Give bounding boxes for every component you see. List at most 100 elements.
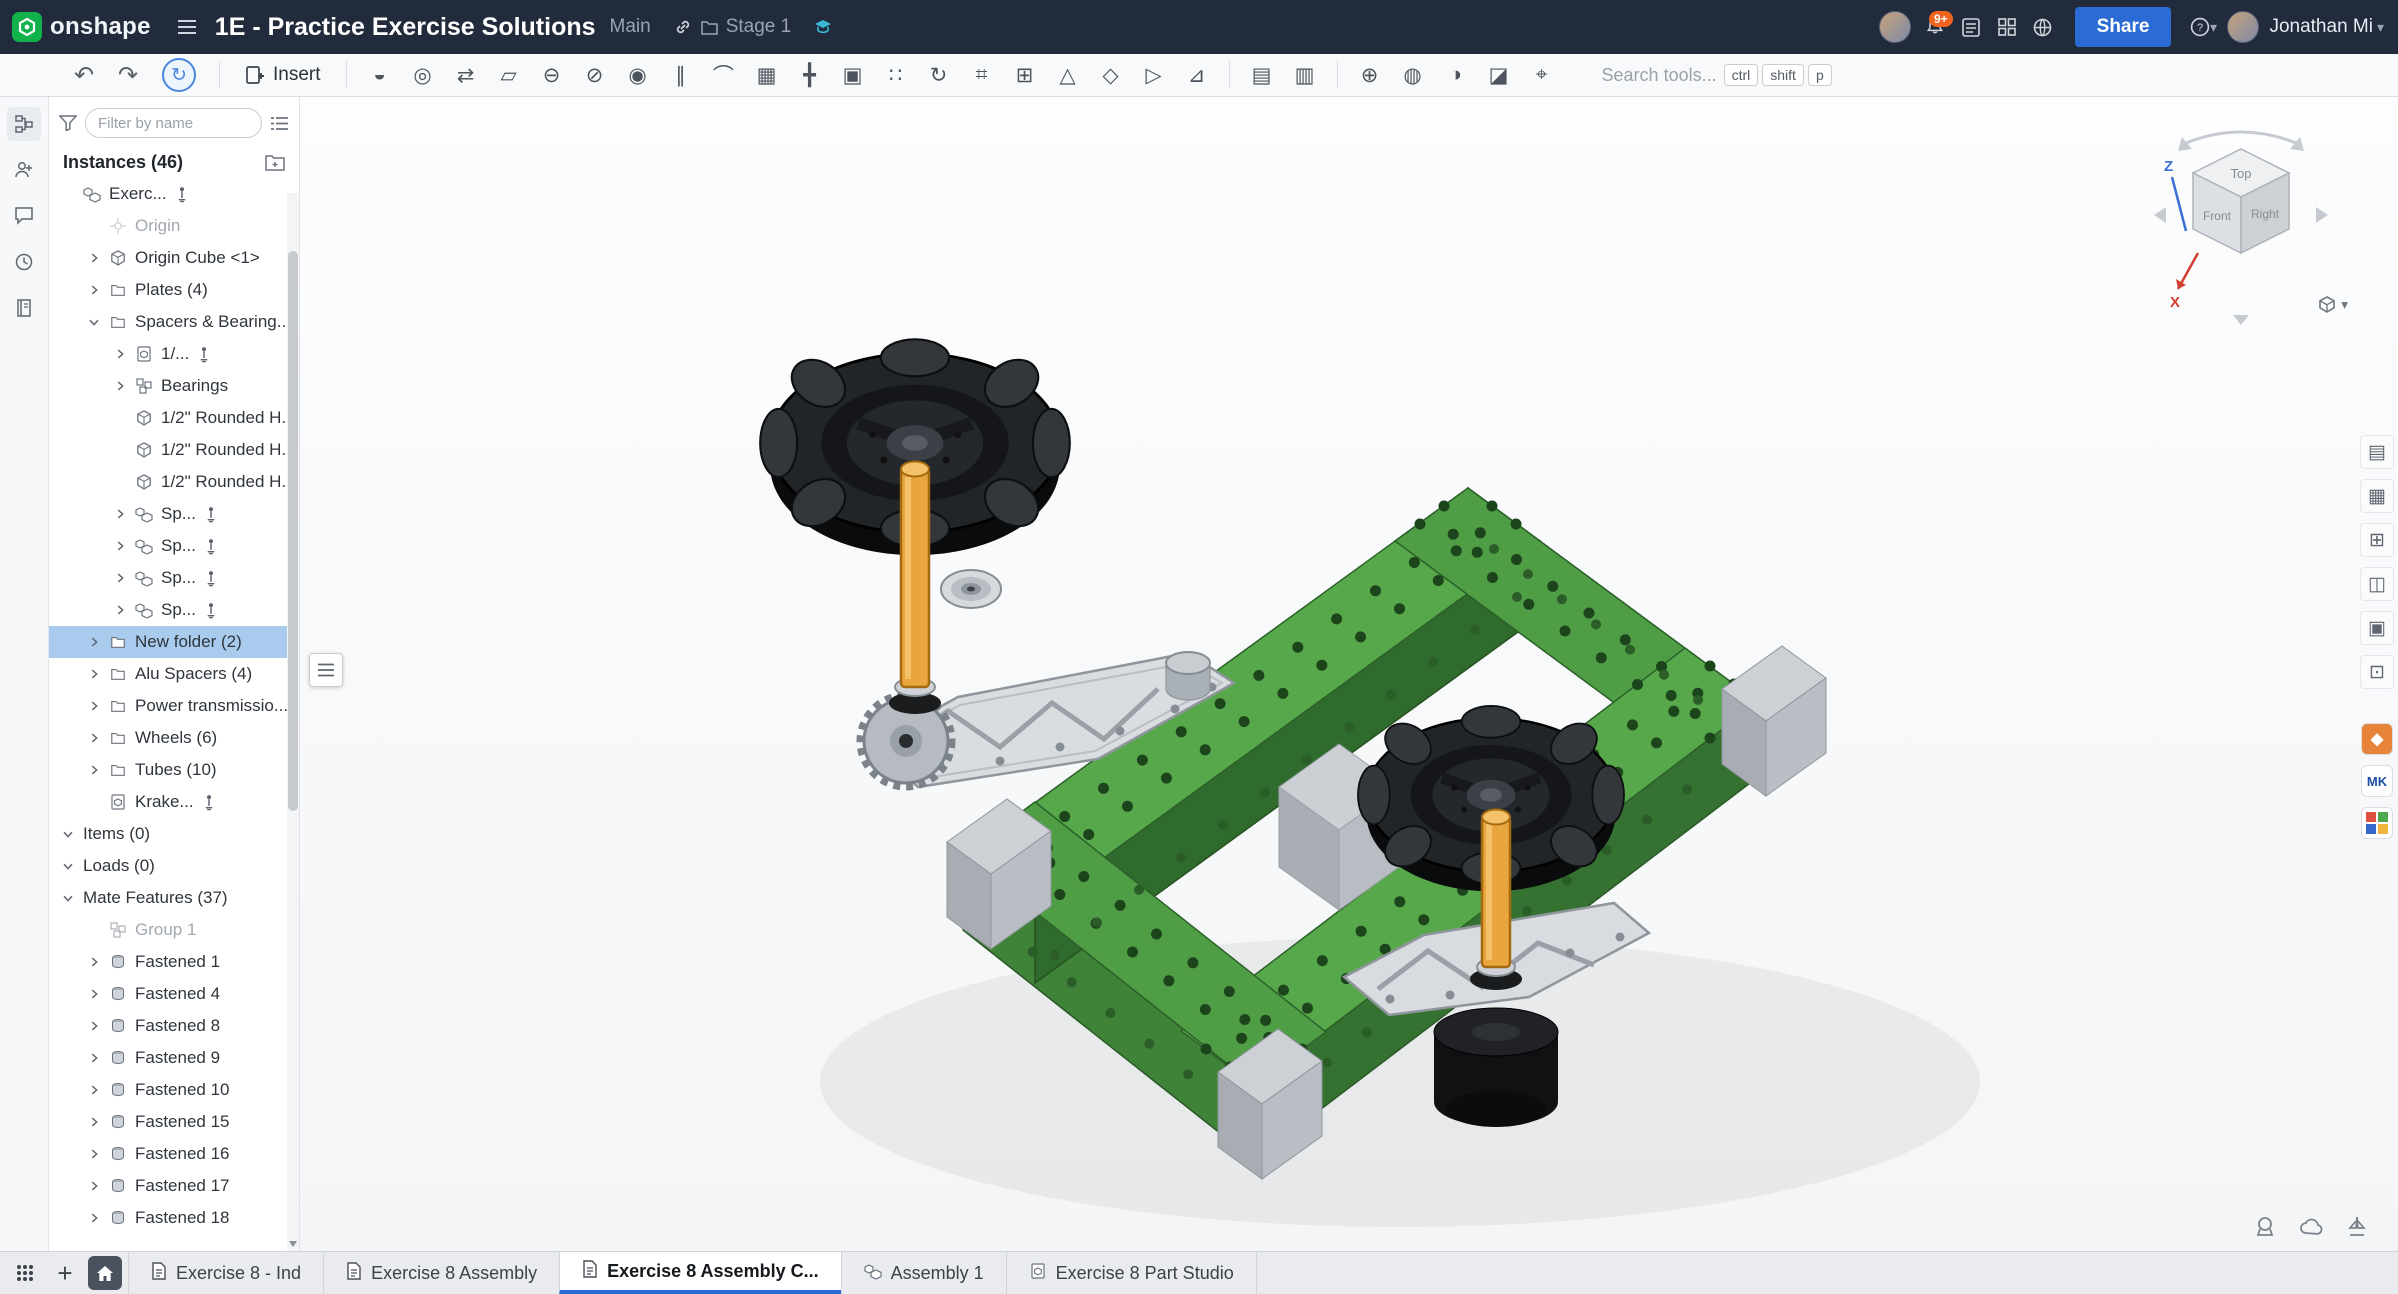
chevron-down-icon[interactable] [59, 890, 77, 906]
wheel-assembly-1[interactable] [760, 339, 1234, 787]
chevron-right-icon[interactable] [85, 1178, 103, 1194]
standard-content-icon[interactable]: ⌗ [962, 58, 1002, 92]
mate-connector-icon[interactable]: ╋ [790, 58, 830, 92]
revolute-mate-icon[interactable]: ◎ [403, 58, 443, 92]
linear-pattern-icon[interactable]: ∷ [876, 58, 916, 92]
filter-input[interactable] [85, 108, 262, 138]
chevron-right-icon[interactable] [85, 986, 103, 1002]
tree-item-1[interactable]: 1/... [49, 338, 299, 370]
selected-shaft-2[interactable] [1482, 810, 1510, 968]
tab-exercise-8-assembly[interactable]: Exercise 8 Assembly [323, 1252, 559, 1294]
release-tasks-icon[interactable] [1953, 9, 1989, 45]
selected-shaft-1[interactable] [901, 462, 929, 688]
tree-item-origin-cube-1[interactable]: Origin Cube <1> [49, 242, 299, 274]
tree-item-fastened-15[interactable]: Fastened 15 [49, 1106, 299, 1138]
tree-item-1-2-rounded-h[interactable]: 1/2" Rounded H... [49, 466, 299, 498]
tree-item-sp[interactable]: Sp... [49, 498, 299, 530]
tree-item-power-transmissio[interactable]: Power transmissio... [49, 690, 299, 722]
assembly-3d-view[interactable] [300, 97, 2398, 1251]
create-folder-icon[interactable] [265, 154, 285, 171]
chevron-right-icon[interactable] [85, 730, 103, 746]
scrollbar-thumb[interactable] [288, 251, 298, 811]
parallel-mate-icon[interactable]: ∥ [661, 58, 701, 92]
tree-item-group-1[interactable]: Group 1 [49, 914, 299, 946]
group-icon[interactable]: ▦ [747, 58, 787, 92]
chevron-right-icon[interactable] [85, 1114, 103, 1130]
learning-center-icon[interactable] [805, 9, 841, 45]
fastened-mate-icon[interactable]: ◒ [360, 58, 400, 92]
tree-item-krake[interactable]: Krake... [49, 786, 299, 818]
tree-item-fastened-4[interactable]: Fastened 4 [49, 978, 299, 1010]
chevron-right-icon[interactable] [85, 1082, 103, 1098]
tree-item-exerc[interactable]: Exerc... [49, 178, 299, 210]
tree-item-fastened-1[interactable]: Fastened 1 [49, 946, 299, 978]
planar-mate-icon[interactable]: ▱ [489, 58, 529, 92]
tree-item-fastened-17[interactable]: Fastened 17 [49, 1170, 299, 1202]
chevron-right-icon[interactable] [85, 282, 103, 298]
tangent-mate-icon[interactable]: ⌒ [704, 58, 744, 92]
app-icon-orange[interactable]: ◆ [2361, 723, 2393, 755]
tree-item-loads-0[interactable]: Loads (0) [49, 850, 299, 882]
tree-item-alu-spacers-4[interactable]: Alu Spacers (4) [49, 658, 299, 690]
chevron-right-icon[interactable] [85, 1050, 103, 1066]
main-menu-icon[interactable] [169, 9, 205, 45]
search-tools[interactable]: Search tools... ctrlshiftp [1592, 59, 1842, 91]
tree-item-tubes-10[interactable]: Tubes (10) [49, 754, 299, 786]
chevron-right-icon[interactable] [85, 954, 103, 970]
chevron-right-icon[interactable] [111, 538, 129, 554]
chevron-right-icon[interactable] [85, 634, 103, 650]
tree-item-fastened-10[interactable]: Fastened 10 [49, 1074, 299, 1106]
versions-history-icon[interactable] [7, 245, 41, 279]
tree-item-origin[interactable]: Origin [49, 210, 299, 242]
branch-name[interactable]: Main [610, 16, 651, 38]
chevron-right-icon[interactable] [111, 378, 129, 394]
chevron-right-icon[interactable] [111, 602, 129, 618]
chevron-down-icon[interactable] [59, 826, 77, 842]
section-view-icon[interactable]: ◪ [1479, 58, 1519, 92]
tab-exercise-8-ind[interactable]: Exercise 8 - Ind [128, 1252, 323, 1294]
tree-item-sp[interactable]: Sp... [49, 594, 299, 626]
share-link-icon[interactable] [665, 9, 701, 45]
language-globe-icon[interactable] [2025, 9, 2061, 45]
sheet-metal-table-icon[interactable]: ▤ [1242, 58, 1282, 92]
selected-item-flyout-button[interactable] [309, 653, 343, 687]
appearance-icon[interactable]: ◍ [1393, 58, 1433, 92]
chevron-right-icon[interactable] [111, 570, 129, 586]
bom-table-panel-icon[interactable]: ▤ [2360, 435, 2394, 469]
comments-icon[interactable] [7, 199, 41, 233]
chevron-right-icon[interactable] [85, 1210, 103, 1226]
tree-item-bearings[interactable]: Bearings [49, 370, 299, 402]
tree-item-sp[interactable]: Sp... [49, 562, 299, 594]
tree-item-1-2-rounded-h[interactable]: 1/2" Rounded H... [49, 402, 299, 434]
named-views-icon[interactable]: ⌖ [1522, 58, 1562, 92]
pin-slot-mate-icon[interactable]: ⊘ [575, 58, 615, 92]
tree-item-1-2-rounded-h[interactable]: 1/2" Rounded H... [49, 434, 299, 466]
update-rebuild-icon[interactable]: ↻ [162, 58, 196, 92]
slider-mate-icon[interactable]: ⇄ [446, 58, 486, 92]
tree-item-spacers-bearing[interactable]: Spacers & Bearing... [49, 306, 299, 338]
chevron-down-icon[interactable] [59, 858, 77, 874]
snapshot-icon[interactable] [2250, 1211, 2280, 1241]
chevron-right-icon[interactable] [85, 250, 103, 266]
user-avatar[interactable] [2227, 11, 2259, 43]
scroll-down-arrow-icon[interactable] [289, 1241, 297, 1247]
app-icon-colorgrid[interactable] [2361, 807, 2393, 839]
chevron-right-icon[interactable] [85, 698, 103, 714]
measure-panel-icon[interactable]: ⊡ [2360, 655, 2394, 689]
release-notes-icon[interactable] [7, 291, 41, 325]
tree-item-wheels-6[interactable]: Wheels (6) [49, 722, 299, 754]
snapshot-tool-icon[interactable]: ◇ [1091, 58, 1131, 92]
mass-properties-icon[interactable] [2342, 1211, 2372, 1241]
assembly-structure-icon[interactable] [7, 107, 41, 141]
follow-mode-icon[interactable] [7, 153, 41, 187]
parts-list-panel-icon[interactable]: ▦ [2360, 479, 2394, 513]
bom-icon[interactable]: ▥ [1285, 58, 1325, 92]
tab-assembly-1[interactable]: Assembly 1 [841, 1252, 1006, 1294]
chevron-right-icon[interactable] [85, 1146, 103, 1162]
insert-button[interactable]: Insert [233, 59, 333, 91]
undo-icon[interactable]: ↶ [64, 58, 104, 92]
display-states-icon[interactable]: ◑ [1436, 58, 1476, 92]
tree-item-mate-features-37[interactable]: Mate Features (37) [49, 882, 299, 914]
zoom-fit-icon[interactable]: ⊕ [1350, 58, 1390, 92]
tree-item-sp[interactable]: Sp... [49, 530, 299, 562]
